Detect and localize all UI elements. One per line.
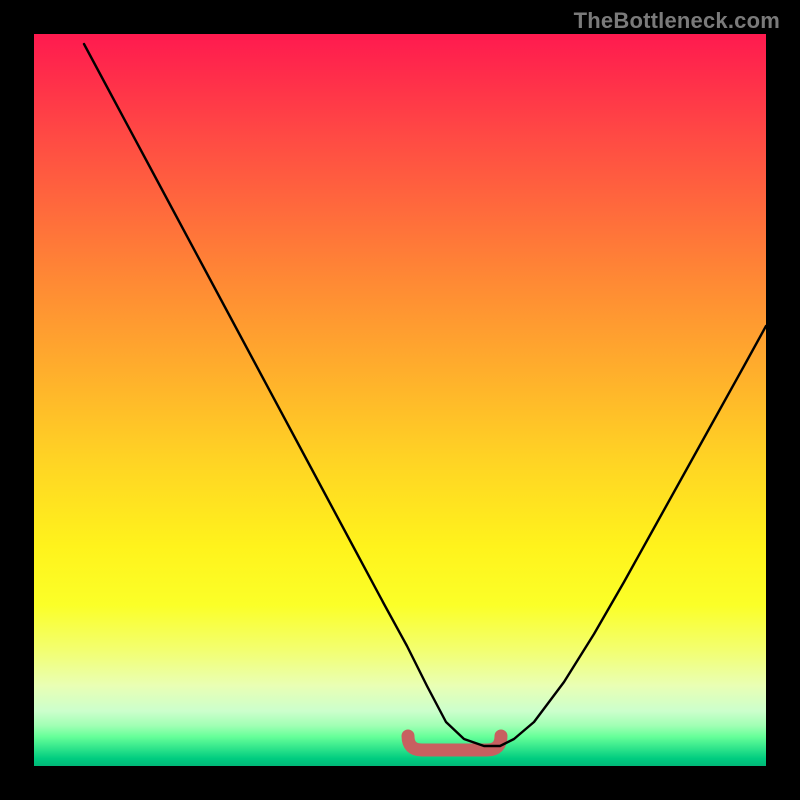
recommended-range-marker bbox=[408, 736, 501, 750]
watermark-text: TheBottleneck.com bbox=[574, 8, 780, 34]
bottleneck-curve-line bbox=[84, 44, 766, 746]
bottleneck-chart: TheBottleneck.com bbox=[0, 0, 800, 800]
curve-layer bbox=[34, 34, 766, 766]
plot-area bbox=[34, 34, 766, 766]
